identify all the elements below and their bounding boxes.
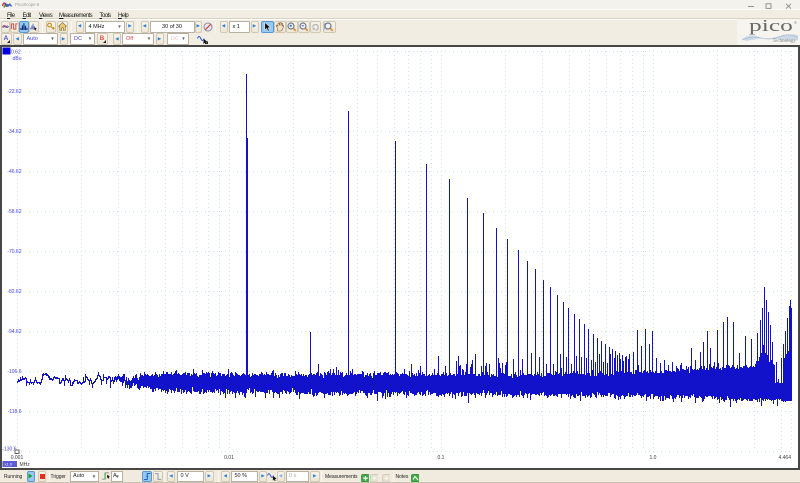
svg-text:4.464: 4.464 bbox=[778, 455, 791, 461]
svg-text:-106.6: -106.6 bbox=[7, 369, 21, 375]
svg-text:-94.62: -94.62 bbox=[7, 329, 21, 335]
svg-text:-46.62: -46.62 bbox=[7, 169, 21, 175]
svg-text:0.001: 0.001 bbox=[11, 455, 24, 461]
svg-text:-70.62: -70.62 bbox=[7, 249, 21, 255]
svg-text:x1.0: x1.0 bbox=[5, 462, 13, 467]
svg-text:-118.6: -118.6 bbox=[8, 409, 22, 415]
svg-text:dBu: dBu bbox=[13, 56, 22, 62]
svg-text:-22.62: -22.62 bbox=[7, 89, 21, 95]
svg-text:0.1: 0.1 bbox=[438, 455, 445, 461]
svg-text:-82.62: -82.62 bbox=[7, 289, 21, 295]
svg-text:-58.62: -58.62 bbox=[7, 209, 21, 215]
svg-text:-34.62: -34.62 bbox=[7, 129, 21, 135]
svg-text:0.01: 0.01 bbox=[224, 455, 234, 461]
svg-text:0.62: 0.62 bbox=[11, 50, 21, 56]
svg-text:1.0: 1.0 bbox=[650, 455, 657, 461]
svg-text:MHz: MHz bbox=[20, 462, 31, 468]
